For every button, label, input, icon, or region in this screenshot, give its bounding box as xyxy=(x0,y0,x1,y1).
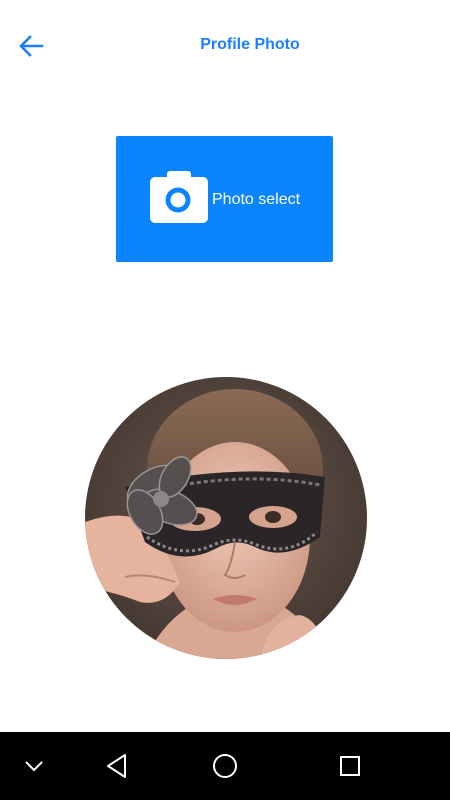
profile-photo xyxy=(85,377,367,659)
recents-square-icon xyxy=(340,756,360,776)
camera-icon xyxy=(150,171,208,223)
arrow-left-icon xyxy=(19,35,44,57)
app-header: Profile Photo xyxy=(0,0,450,92)
nav-back-button[interactable] xyxy=(97,746,137,786)
home-circle-icon xyxy=(213,754,237,778)
chevron-down-icon xyxy=(25,761,43,772)
back-triangle-icon xyxy=(107,754,126,778)
nav-chevron-button[interactable] xyxy=(14,746,54,786)
system-navigation-bar xyxy=(0,732,450,800)
profile-photo-screen: Profile Photo Photo select xyxy=(0,0,450,800)
profile-avatar[interactable] xyxy=(85,377,367,659)
nav-recents-button[interactable] xyxy=(330,746,370,786)
back-button[interactable] xyxy=(10,26,52,66)
photo-select-button[interactable]: Photo select xyxy=(116,136,333,262)
page-title: Profile Photo xyxy=(200,36,300,53)
photo-select-label: Photo select xyxy=(212,191,301,208)
nav-home-button[interactable] xyxy=(205,746,245,786)
